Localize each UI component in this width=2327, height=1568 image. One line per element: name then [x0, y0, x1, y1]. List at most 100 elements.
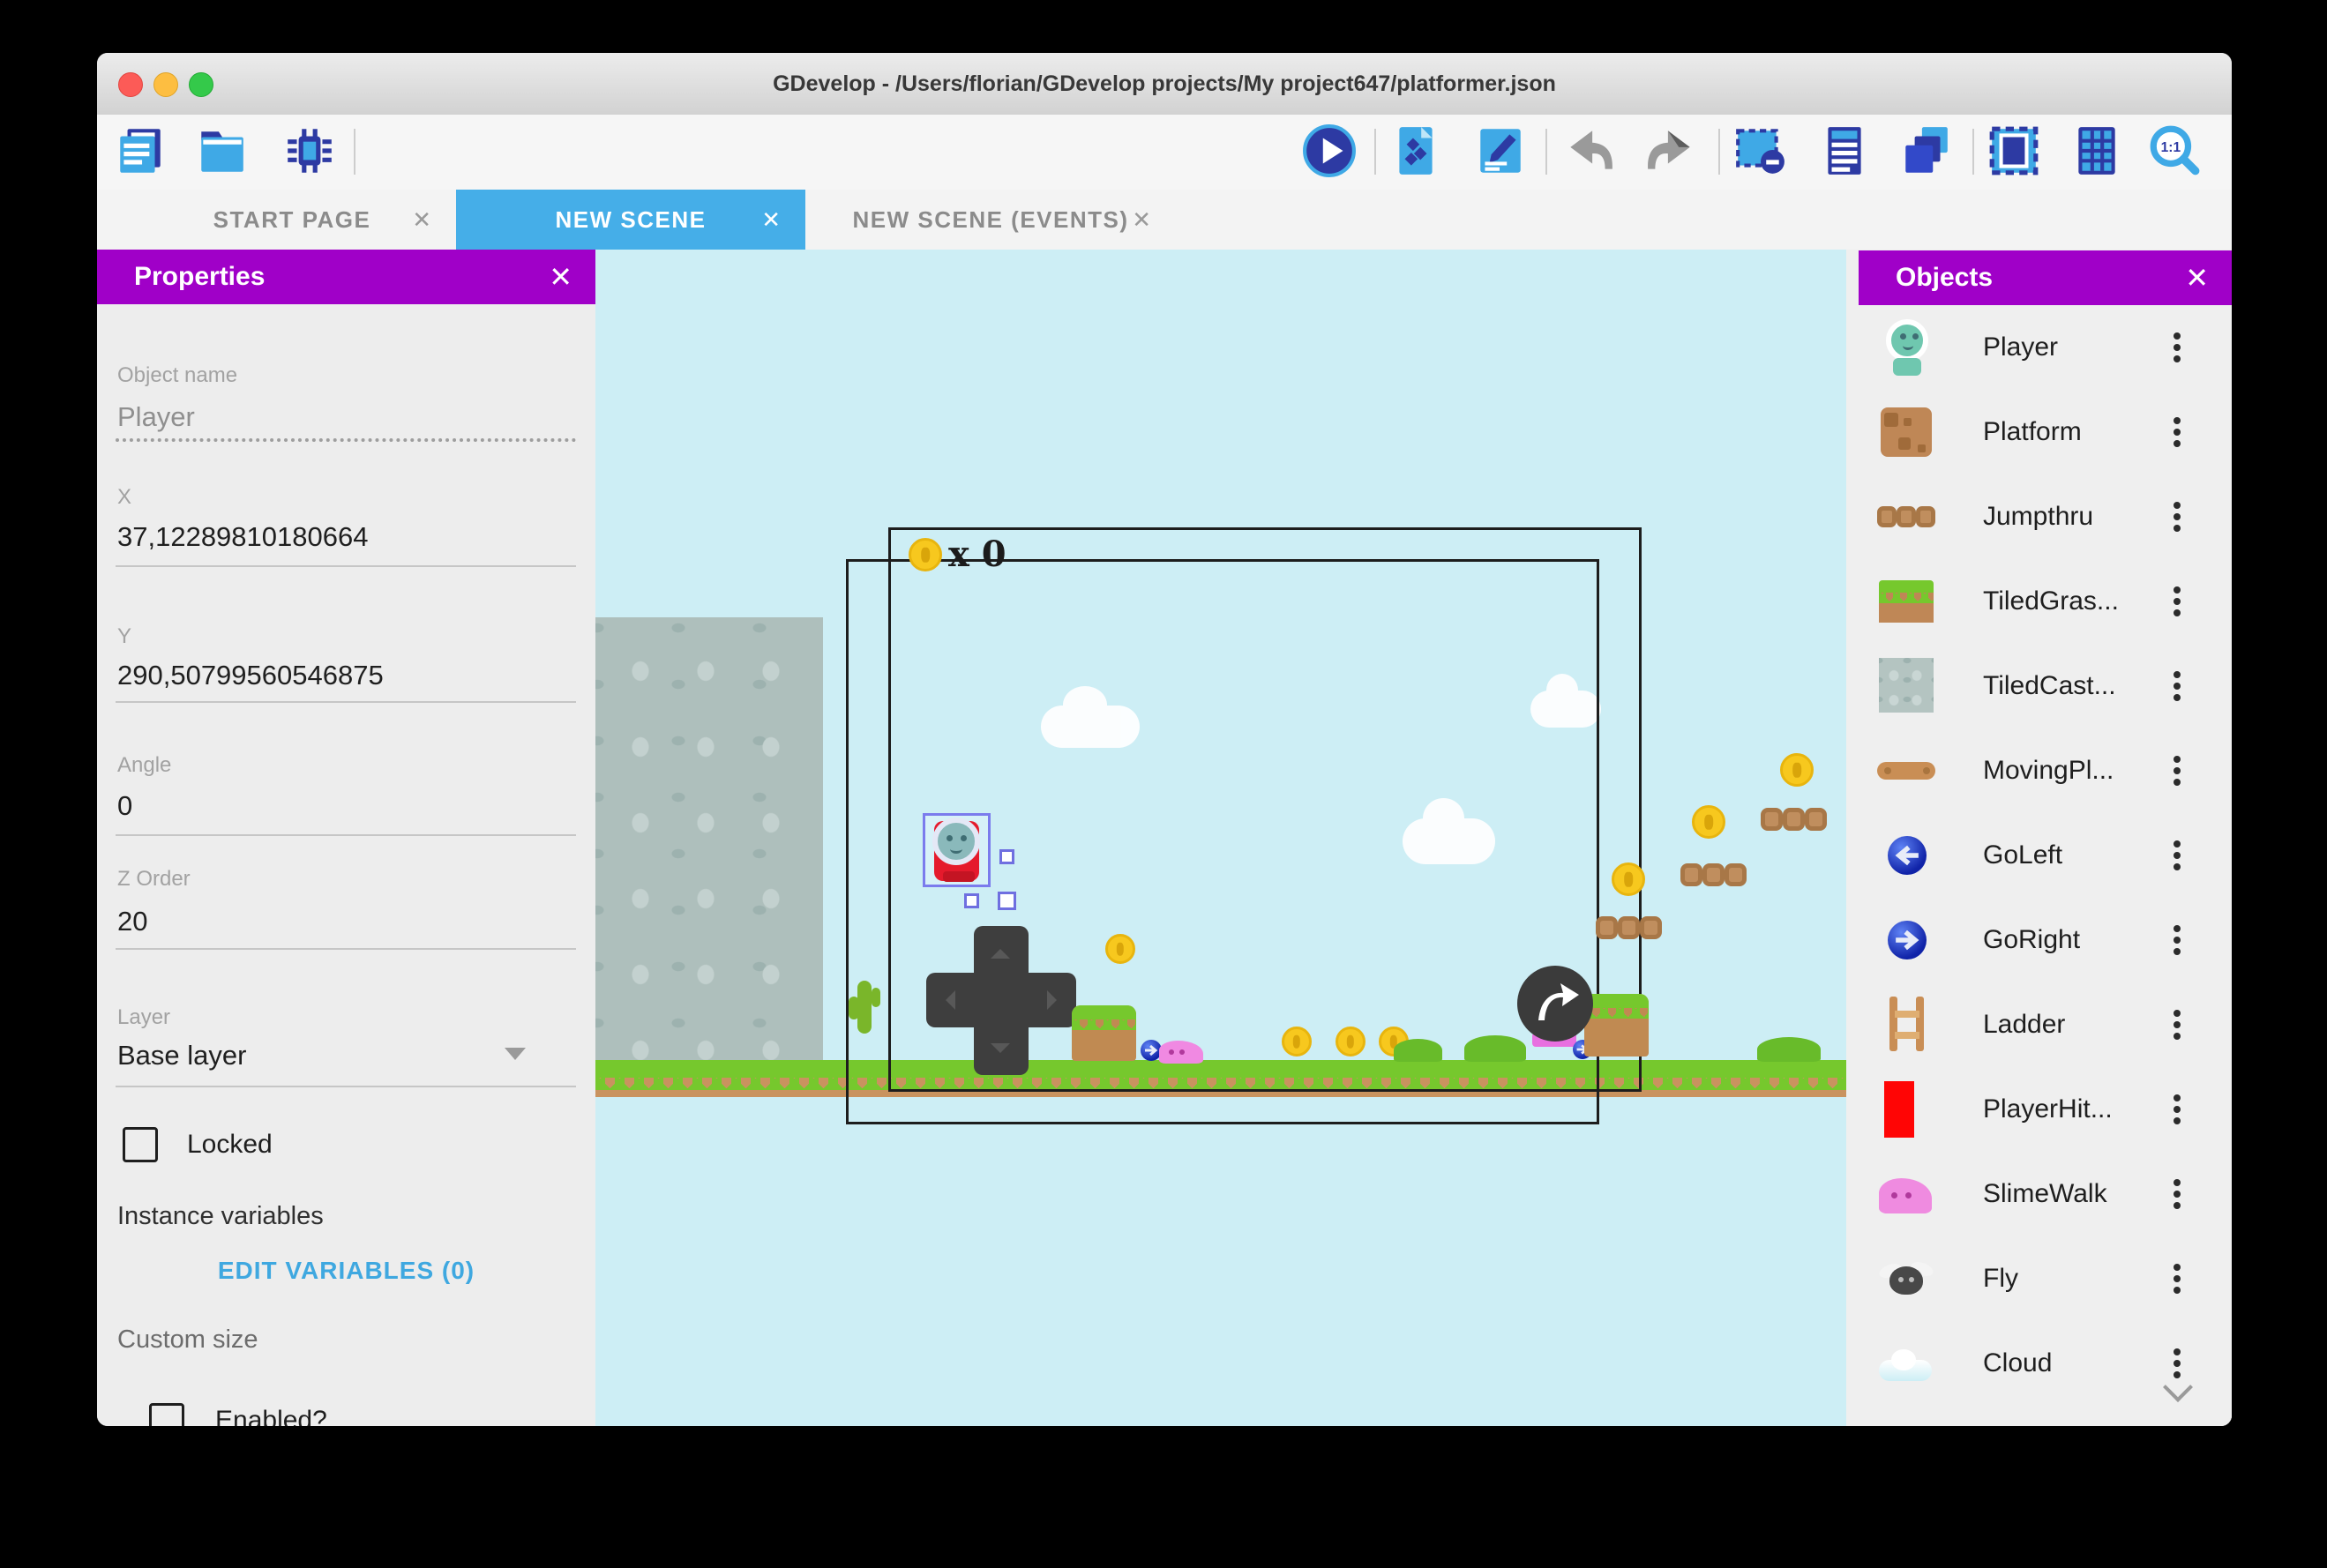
jumpthru-sprite[interactable]: [1761, 808, 1783, 831]
player-sprite-selected[interactable]: [923, 813, 991, 887]
coin-sprite[interactable]: [1282, 1027, 1312, 1057]
row-menu-icon[interactable]: [2174, 1348, 2181, 1355]
close-tab-icon[interactable]: ✕: [412, 206, 431, 234]
render-zone-icon[interactable]: [1987, 123, 2041, 178]
angle-field[interactable]: 0: [117, 790, 132, 822]
resize-handle[interactable]: [998, 892, 1016, 910]
player-legs: [943, 871, 975, 882]
object-row-player[interactable]: Player: [1846, 305, 2232, 391]
jumpthru-sprite[interactable]: [1680, 863, 1702, 886]
grid-icon[interactable]: [2069, 123, 2124, 178]
tab-start-page[interactable]: START PAGE ✕: [128, 190, 456, 250]
jumpthru-sprite[interactable]: [1640, 916, 1662, 939]
enabled-checkbox[interactable]: [149, 1403, 184, 1426]
close-tab-icon[interactable]: ✕: [761, 206, 781, 234]
new-project-icon[interactable]: [113, 123, 168, 178]
row-menu-icon[interactable]: [2174, 1094, 2181, 1101]
go-left-icon: [1877, 825, 1937, 885]
object-row-movingplatform[interactable]: MovingPl...: [1846, 728, 2232, 814]
instances-list-icon[interactable]: [1817, 123, 1872, 178]
coin-sprite[interactable]: [1612, 862, 1645, 896]
row-menu-icon[interactable]: [2174, 1010, 2181, 1017]
zoom-original-icon[interactable]: 1:1: [2147, 123, 2202, 178]
object-row-tiledgrass[interactable]: TiledGras...: [1846, 559, 2232, 645]
edit-variables-button[interactable]: EDIT VARIABLES (0): [97, 1256, 595, 1286]
y-field[interactable]: 290,50799560546875: [117, 660, 384, 691]
cactus-sprite[interactable]: [849, 981, 880, 1034]
bush-sprite[interactable]: [1394, 1039, 1442, 1062]
instance-variables-title: Instance variables: [117, 1202, 324, 1231]
export-project-icon[interactable]: [1388, 123, 1443, 178]
tab-new-scene[interactable]: NEW SCENE ✕: [456, 190, 805, 250]
tiled-castle-sprite[interactable]: [595, 617, 823, 1061]
scene-canvas[interactable]: x 0: [595, 250, 1846, 1426]
row-menu-icon[interactable]: [2174, 925, 2181, 932]
close-objects-icon[interactable]: ✕: [2185, 261, 2209, 295]
coin-sprite[interactable]: [1692, 805, 1725, 839]
player-smile: [950, 844, 962, 854]
undo-icon[interactable]: [1561, 123, 1616, 178]
coin-sprite[interactable]: [1780, 753, 1814, 787]
jumpthru-sprite[interactable]: [1725, 863, 1747, 886]
row-menu-icon[interactable]: [2174, 1264, 2181, 1271]
custom-size-label: Custom size: [117, 1325, 258, 1355]
angle-label: Angle: [117, 753, 171, 778]
resize-handle[interactable]: [964, 893, 979, 908]
object-label: GoRight: [1983, 898, 2080, 982]
tab-bar: START PAGE ✕ NEW SCENE ✕ NEW SCENE (EVEN…: [97, 190, 2232, 250]
layer-select[interactable]: Base layer: [117, 1040, 246, 1071]
x-field[interactable]: 37,12289810180664: [117, 521, 368, 553]
delete-selection-icon[interactable]: [1732, 123, 1787, 178]
object-row-platform[interactable]: Platform: [1846, 390, 2232, 475]
coin-sprite[interactable]: [1105, 934, 1135, 964]
object-row-ladder[interactable]: Ladder: [1846, 982, 2232, 1068]
object-row-goleft[interactable]: GoLeft: [1846, 813, 2232, 899]
tab-new-scene-events[interactable]: NEW SCENE (EVENTS) ✕: [805, 190, 1176, 250]
jumpthru-sprite[interactable]: [1783, 808, 1805, 831]
locked-label: Locked: [187, 1130, 273, 1160]
locked-checkbox[interactable]: [123, 1127, 158, 1162]
row-menu-icon[interactable]: [2174, 1179, 2181, 1186]
preview-play-icon[interactable]: [1302, 123, 1357, 178]
row-menu-icon[interactable]: [2174, 671, 2181, 678]
jumpthru-sprite[interactable]: [1805, 808, 1827, 831]
row-menu-icon[interactable]: [2174, 332, 2181, 340]
z-order-field[interactable]: 20: [117, 906, 147, 937]
bush-sprite[interactable]: [1757, 1037, 1821, 1062]
object-row-tiledcastle[interactable]: TiledCast...: [1846, 644, 2232, 729]
object-row-jumpthru[interactable]: Jumpthru: [1846, 474, 2232, 560]
zoom-ratio-label: 1:1: [2161, 140, 2181, 155]
object-row-partial[interactable]: [1846, 1406, 2232, 1426]
edit-scene-properties-icon[interactable]: [1473, 123, 1528, 178]
redo-icon[interactable]: [1644, 123, 1699, 178]
close-tab-icon[interactable]: ✕: [1132, 206, 1151, 234]
object-row-playerhitbox[interactable]: PlayerHit...: [1846, 1067, 2232, 1153]
object-name-field[interactable]: Player: [117, 401, 195, 433]
player-eye: [961, 835, 967, 841]
jumpthru-sprite[interactable]: [1702, 863, 1725, 886]
debug-icon[interactable]: [282, 123, 337, 178]
jumpthru-sprite[interactable]: [1618, 916, 1640, 939]
chevron-down-icon[interactable]: [505, 1048, 526, 1060]
platform-sprite[interactable]: [1072, 1005, 1136, 1061]
objects-list-icon[interactable]: [1898, 123, 1953, 178]
hud-coin-icon[interactable]: [909, 538, 942, 571]
close-properties-icon[interactable]: ✕: [549, 260, 572, 294]
jumpthru-sprite[interactable]: [1596, 916, 1618, 939]
object-row-goright[interactable]: GoRight: [1846, 898, 2232, 983]
object-row-slimewalk[interactable]: SlimeWalk: [1846, 1152, 2232, 1237]
platform-sprite[interactable]: [1584, 994, 1649, 1057]
coin-sprite[interactable]: [1336, 1027, 1366, 1057]
row-menu-icon[interactable]: [2174, 840, 2181, 847]
row-menu-icon[interactable]: [2174, 756, 2181, 763]
field-underline: [116, 701, 576, 703]
row-menu-icon[interactable]: [2174, 586, 2181, 594]
object-label: Platform: [1983, 390, 2082, 474]
resize-handle[interactable]: [999, 849, 1014, 864]
jump-button-control[interactable]: [1517, 966, 1593, 1042]
row-menu-icon[interactable]: [2174, 417, 2181, 424]
object-row-fly[interactable]: Fly: [1846, 1236, 2232, 1322]
row-menu-icon[interactable]: [2174, 502, 2181, 509]
open-project-icon[interactable]: [194, 123, 249, 178]
tab-label: NEW SCENE (EVENTS): [852, 206, 1128, 234]
